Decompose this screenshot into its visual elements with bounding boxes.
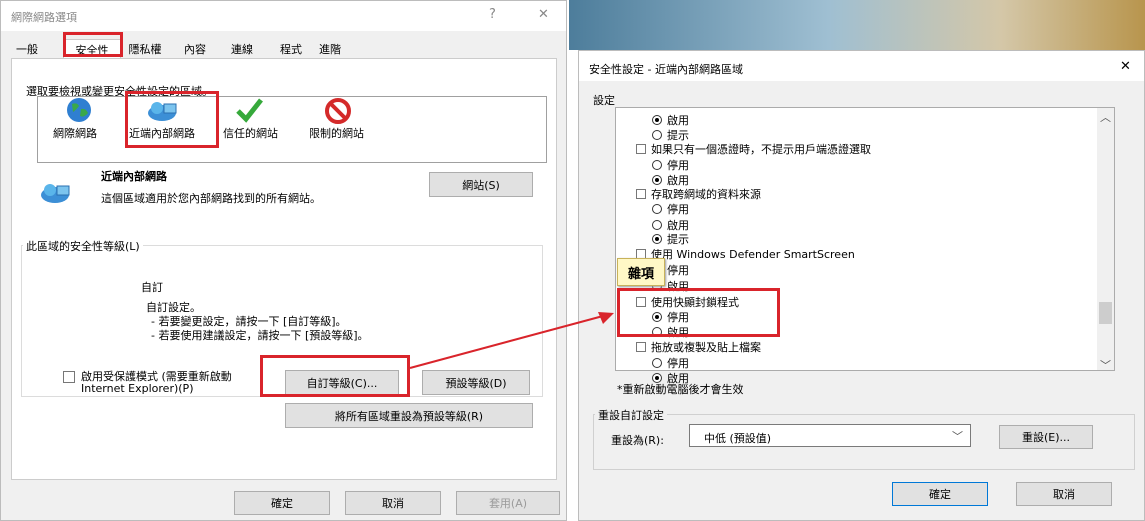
arrow-annotation	[409, 312, 614, 369]
